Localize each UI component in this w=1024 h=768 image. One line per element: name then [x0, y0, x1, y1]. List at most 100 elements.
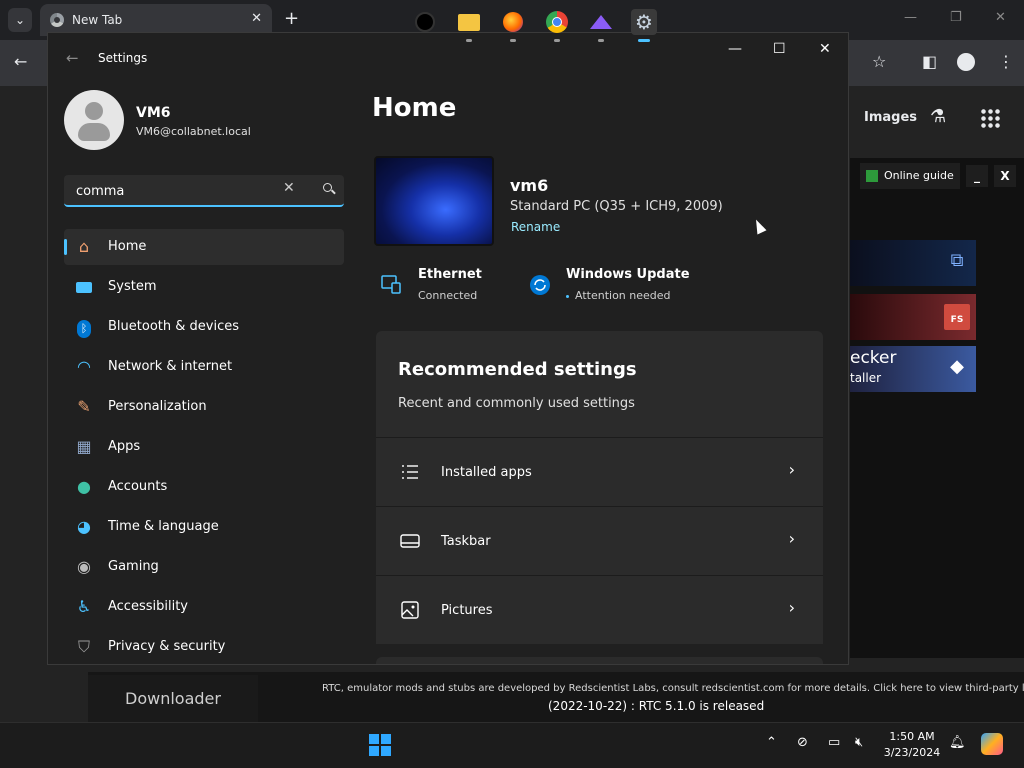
window-title: Settings — [98, 51, 148, 65]
device-name: vm6 — [510, 176, 549, 195]
volume-mute-icon[interactable]: 🔇︎ — [855, 735, 863, 750]
bookmark-star-icon[interactable]: ☆ — [872, 52, 886, 71]
windows-update-title[interactable]: Windows Update — [566, 267, 690, 282]
rec-item-taskbar[interactable]: Taskbar › — [376, 506, 823, 575]
chevron-right-icon: › — [788, 598, 795, 617]
device-model: Standard PC (Q35 + ICH9, 2009) — [510, 199, 723, 214]
windows-update-icon[interactable] — [529, 274, 551, 296]
ethernet-icon[interactable] — [380, 273, 402, 295]
app-triangle-icon[interactable] — [588, 9, 614, 42]
network-disconnected-icon[interactable]: ⊘ — [797, 735, 808, 750]
online-guide-button[interactable]: Online guide — [860, 163, 960, 189]
user-avatar[interactable] — [64, 90, 124, 150]
taskbar-icon — [400, 531, 420, 551]
notification-bell-icon[interactable]: 🔔︎ — [949, 735, 966, 750]
nav-item-system[interactable]: System — [64, 269, 344, 305]
globe-clock-icon: ◕ — [77, 517, 91, 536]
search-input[interactable] — [74, 181, 268, 201]
running-indicator — [510, 39, 516, 42]
accessibility-icon: ♿ — [76, 597, 92, 616]
search-box: ✕ — [64, 175, 344, 207]
search-circle-icon — [415, 12, 435, 32]
nav-label: System — [108, 279, 157, 294]
recommended-subtitle: Recent and commonly used settings — [398, 396, 635, 411]
rename-link[interactable]: Rename — [511, 220, 560, 234]
maximize-button[interactable]: ☐ — [773, 41, 786, 57]
nav-item-privacy[interactable]: ⛉ Privacy & security — [64, 629, 344, 664]
nav-item-home[interactable]: ⌂ Home — [64, 229, 344, 265]
device-wallpaper-thumbnail — [374, 156, 494, 246]
rtc-close-button[interactable]: X — [994, 165, 1016, 187]
nav-item-bluetooth[interactable]: ᛒ Bluetooth & devices — [64, 309, 344, 345]
nav-label: Privacy & security — [108, 639, 226, 654]
chrome-tab-icon — [50, 13, 64, 27]
nav-item-accounts[interactable]: ● Accounts — [64, 469, 344, 505]
wifi-icon: ◠ — [77, 357, 91, 376]
back-arrow-icon[interactable]: ← — [14, 52, 27, 71]
chrome-logo-icon — [546, 11, 568, 33]
settings-taskbar-icon[interactable]: ⚙ — [631, 9, 657, 42]
running-indicator — [466, 39, 472, 42]
rec-item-label: Taskbar — [441, 534, 491, 549]
chevron-right-icon: › — [788, 460, 795, 479]
rec-item-pictures[interactable]: Pictures › — [376, 575, 823, 644]
nav-item-accessibility[interactable]: ♿ Accessibility — [64, 589, 344, 625]
nav-label: Accessibility — [108, 599, 188, 614]
tray-chevron-up-icon[interactable]: ⌃ — [766, 735, 777, 750]
rtc-banner-1[interactable]: ⧉ — [850, 240, 976, 286]
banner-title: ecker — [850, 348, 897, 368]
browser-tab-title: New Tab — [72, 13, 123, 27]
display-icon[interactable]: ▭ — [828, 735, 840, 750]
browser-restore-button[interactable]: ❐ — [950, 10, 962, 25]
images-link[interactable]: Images — [864, 110, 917, 125]
folder-icon — [458, 13, 480, 31]
rtc-panel — [850, 158, 1024, 658]
rtc-banner-3[interactable]: ecker taller ◆ — [850, 346, 976, 392]
nav-label: Accounts — [108, 479, 168, 494]
nav-item-network[interactable]: ◠ Network & internet — [64, 349, 344, 385]
ethernet-status: Connected — [418, 289, 478, 302]
close-button[interactable]: ✕ — [819, 41, 831, 57]
firefox-icon[interactable] — [500, 9, 526, 42]
guide-icon — [866, 170, 878, 182]
profile-avatar-icon[interactable] — [957, 53, 975, 71]
search-icon[interactable] — [316, 176, 342, 202]
rtc-banner-2[interactable]: FS — [850, 294, 976, 340]
downloader-button[interactable]: Downloader — [88, 675, 258, 722]
avatar-head — [85, 102, 103, 120]
minimize-button[interactable]: — — [728, 41, 742, 57]
browser-close-button[interactable]: ✕ — [995, 10, 1006, 25]
rec-item-installed-apps[interactable]: Installed apps › — [376, 437, 823, 506]
clock-date: 3/23/2024 — [883, 746, 941, 759]
rtc-credits-note[interactable]: RTC, emulator mods and stubs are develop… — [322, 683, 1024, 694]
search-taskbar-icon[interactable] — [412, 9, 438, 35]
browser-minimize-button[interactable]: — — [904, 10, 917, 25]
tab-search-button[interactable]: ⌄ — [8, 8, 32, 32]
google-apps-icon[interactable] — [980, 108, 1000, 128]
new-tab-button[interactable]: + — [284, 9, 299, 29]
back-arrow-icon[interactable]: ← — [66, 49, 79, 67]
file-explorer-icon[interactable] — [456, 9, 482, 42]
nav-item-personalization[interactable]: ✎ Personalization — [64, 389, 344, 425]
nav-item-time-language[interactable]: ◕ Time & language — [64, 509, 344, 545]
copilot-icon[interactable] — [981, 733, 1003, 759]
side-panel-icon[interactable]: ◧ — [922, 52, 937, 71]
clock[interactable]: 1:50 AM 3/23/2024 — [882, 729, 942, 761]
rtc-minimize-button[interactable]: _ — [966, 165, 988, 187]
nav-item-apps[interactable]: ▦ Apps — [64, 429, 344, 465]
browser-menu-icon[interactable]: ⋮ — [998, 52, 1014, 71]
nav-label: Home — [108, 239, 147, 254]
start-button-windows-icon[interactable] — [369, 734, 391, 756]
ethernet-title[interactable]: Ethernet — [418, 267, 482, 282]
nav-label: Time & language — [108, 519, 219, 534]
monitor-icon — [74, 277, 94, 297]
labs-flask-icon[interactable]: ⚗ — [930, 106, 946, 127]
tab-close-icon[interactable]: ✕ — [251, 11, 262, 26]
bluetooth-icon: ᛒ — [74, 317, 94, 338]
nav-item-gaming[interactable]: ◉ Gaming — [64, 549, 344, 585]
nav-label: Apps — [108, 439, 141, 454]
gem-icon: ◆ — [950, 356, 964, 377]
clear-icon[interactable]: ✕ — [283, 180, 295, 196]
user-name: VM6 — [136, 105, 171, 121]
chrome-icon[interactable] — [544, 9, 570, 42]
